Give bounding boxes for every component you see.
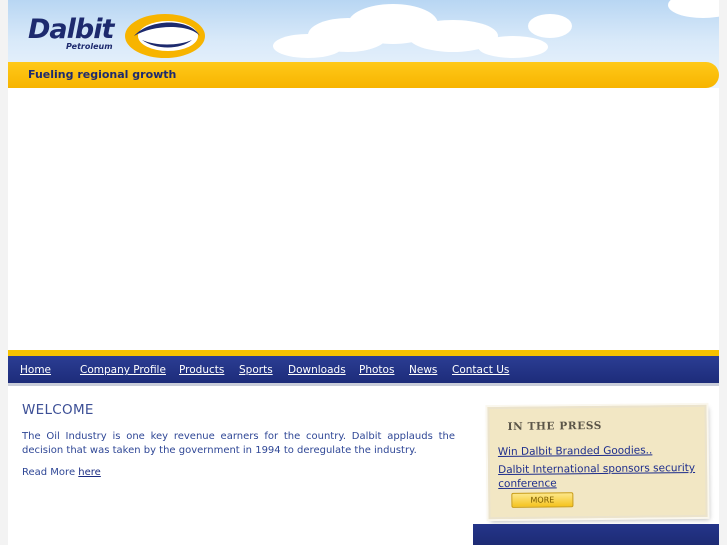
nav-contact-us[interactable]: Contact Us	[452, 364, 509, 376]
cloud-shape	[273, 34, 343, 58]
press-item[interactable]: Win Dalbit Branded Goodies..	[498, 443, 703, 459]
more-button[interactable]: MORE	[511, 492, 574, 508]
read-more-prefix: Read More	[22, 467, 79, 478]
nav-products[interactable]: Products	[179, 364, 224, 376]
nav-news[interactable]: News	[409, 364, 437, 376]
cloud-shape	[528, 14, 572, 38]
cloud-shape	[668, 0, 719, 18]
tagline: Fueling regional growth	[28, 68, 177, 81]
press-box: IN THE PRESS Win Dalbit Branded Goodies.…	[487, 404, 708, 520]
logo-swoosh-icon	[125, 14, 205, 58]
nav-sports[interactable]: Sports	[239, 364, 273, 376]
nav-home[interactable]: Home	[20, 364, 51, 376]
header: Dalbit Petroleum Fueling regional growth	[8, 0, 719, 88]
nav-shadow	[8, 383, 719, 386]
nav-photos[interactable]: Photos	[359, 364, 394, 376]
page: Dalbit Petroleum Fueling regional growth…	[8, 0, 719, 545]
press-title: IN THE PRESS	[507, 419, 603, 433]
read-more: Read More here	[22, 467, 101, 478]
welcome-body: The Oil Industry is one key revenue earn…	[22, 431, 455, 456]
bottom-panel-header	[473, 524, 719, 545]
logo-sub: Petroleum	[66, 42, 113, 51]
tagline-bar: Fueling regional growth	[8, 62, 719, 88]
nav-downloads[interactable]: Downloads	[288, 364, 346, 376]
press-item[interactable]: Dalbit International sponsors security c…	[498, 461, 703, 491]
logo-name: Dalbit	[28, 14, 114, 45]
main-nav: Home Company Profile Products Sports Dow…	[8, 356, 719, 383]
banner-area	[8, 88, 719, 350]
nav-company-profile[interactable]: Company Profile	[80, 364, 166, 376]
read-more-link[interactable]: here	[78, 467, 101, 478]
cloud-shape	[478, 36, 548, 58]
welcome-title: WELCOME	[22, 402, 94, 418]
